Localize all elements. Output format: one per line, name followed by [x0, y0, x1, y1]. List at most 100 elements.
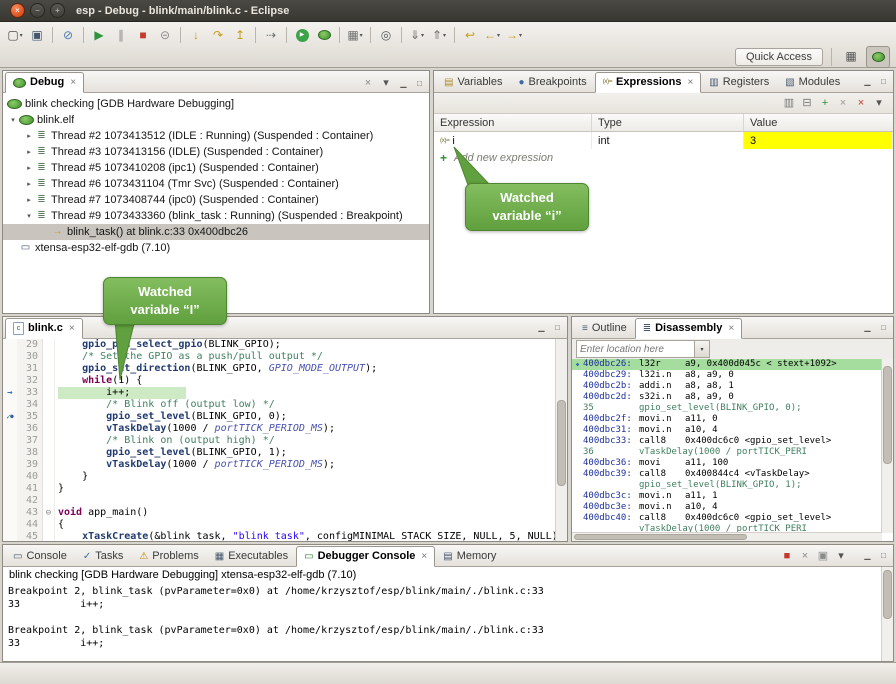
editor-line[interactable]: 31 gpio_set_direction(BLINK_GPIO, GPIO_M…: [3, 363, 556, 375]
step-return-icon[interactable]: ↥: [229, 25, 251, 45]
debug-icon[interactable]: [313, 25, 335, 45]
window-titlebar[interactable]: × − + esp - Debug - blink/main/blink.c -…: [0, 0, 896, 22]
maximize-view-icon[interactable]: □: [877, 549, 890, 561]
tab-outline[interactable]: ≡Outline: [574, 318, 635, 339]
debug-tree-item[interactable]: ▸≣Thread #5 1073410208 (ipc1) (Suspended…: [3, 160, 429, 176]
debug-tree-item[interactable]: ▸≣Thread #2 1073413512 (IDLE : Running) …: [3, 128, 429, 144]
minimize-view-icon[interactable]: ▁: [535, 321, 548, 333]
column-header-value[interactable]: Value: [744, 114, 893, 131]
disassembly-line[interactable]: 400dbc2d:s32i.na8, a9, 0: [572, 392, 882, 403]
disassembly-line[interactable]: 400dbc36:movia11, 100: [572, 458, 882, 469]
editor-annotation-margin[interactable]: [3, 375, 17, 387]
editor-line[interactable]: 34 /* Blink off (output low) */: [3, 399, 556, 411]
column-header-expression[interactable]: Expression: [434, 114, 592, 131]
code-line[interactable]: void app_main(): [55, 507, 556, 519]
code-line[interactable]: i++;: [55, 387, 556, 399]
code-line[interactable]: /* Blink off (output low) */: [55, 399, 556, 411]
external-tools-icon[interactable]: ▦▾: [344, 25, 366, 45]
code-line[interactable]: /* Blink on (output high) */: [55, 435, 556, 447]
editor-annotation-margin[interactable]: [3, 423, 17, 435]
disassembly-line[interactable]: 400dbc39:call80x400844c4 <vTaskDelay>: [572, 469, 882, 480]
disassembly-line[interactable]: gpio_set_level(BLINK_GPIO, 1);: [572, 480, 882, 491]
disassembly-line[interactable]: 400dbc40:call80x400dc6c0 <gpio_set_level…: [572, 513, 882, 524]
maximize-view-icon[interactable]: □: [551, 321, 564, 333]
step-into-icon[interactable]: ↓: [185, 25, 207, 45]
code-line[interactable]: gpio_set_level(BLINK_GPIO, 0);: [55, 411, 556, 423]
tab-blink-c[interactable]: c blink.c ×: [5, 318, 83, 339]
minimize-view-icon[interactable]: ▁: [861, 321, 874, 333]
minimize-view-icon[interactable]: ▁: [861, 549, 874, 561]
chevron-right-icon[interactable]: ▸: [23, 180, 35, 188]
prev-annotation-icon[interactable]: ⇑▾: [428, 25, 450, 45]
location-combo[interactable]: ▾: [576, 340, 710, 358]
minimize-view-icon[interactable]: ▁: [397, 77, 410, 89]
disassembly-horizontal-scrollbar[interactable]: [572, 532, 882, 541]
disconnect-icon[interactable]: ⊝: [154, 25, 176, 45]
expression-row[interactable]: (x)=iint3: [434, 132, 893, 149]
debug-tree-item[interactable]: ▸≣Thread #7 1073408744 (ipc0) (Suspended…: [3, 192, 429, 208]
tab-debugger-console[interactable]: ▭Debugger Console×: [296, 546, 435, 567]
debug-tree-item[interactable]: ▸≣Thread #3 1073413156 (IDLE) (Suspended…: [3, 144, 429, 160]
tab-debug[interactable]: Debug ×: [5, 72, 84, 93]
chevron-right-icon[interactable]: ▸: [23, 148, 35, 156]
editor-line[interactable]: 40 }: [3, 471, 556, 483]
code-line[interactable]: gpio_set_level(BLINK_GPIO, 1);: [55, 447, 556, 459]
skip-all-breakpoints-icon[interactable]: ⊘: [57, 25, 79, 45]
pin-console-icon[interactable]: ▣: [815, 548, 831, 564]
window-maximize-button[interactable]: +: [50, 3, 65, 18]
editor-annotation-margin[interactable]: [3, 531, 17, 541]
editor-vertical-scrollbar[interactable]: [555, 339, 567, 541]
close-icon[interactable]: ×: [69, 324, 75, 334]
console-output[interactable]: Breakpoint 2, blink_task (pvParameter=0x…: [3, 585, 882, 661]
editor-line[interactable]: 45 xTaskCreate(&blink_task, "blink_task"…: [3, 531, 556, 541]
editor-line[interactable]: ✓●35 gpio_set_level(BLINK_GPIO, 0);: [3, 411, 556, 423]
code-line[interactable]: }: [55, 483, 556, 495]
code-line[interactable]: }: [55, 471, 556, 483]
tab-disassembly[interactable]: ≣Disassembly×: [635, 318, 743, 339]
maximize-view-icon[interactable]: □: [877, 321, 890, 333]
terminate-icon[interactable]: ■: [132, 25, 154, 45]
editor-annotation-margin[interactable]: [3, 483, 17, 495]
editor-line[interactable]: 39 vTaskDelay(1000 / portTICK_PERIOD_MS)…: [3, 459, 556, 471]
chevron-down-icon[interactable]: ▾: [694, 341, 709, 357]
scrollbar-thumb[interactable]: [883, 570, 892, 619]
editor-annotation-margin[interactable]: →: [3, 387, 17, 399]
tab-registers[interactable]: ▥Registers: [701, 72, 777, 93]
close-icon[interactable]: ×: [687, 78, 693, 88]
maximize-view-icon[interactable]: □: [877, 75, 890, 87]
window-close-button[interactable]: ×: [10, 3, 25, 18]
editor-line[interactable]: 41}: [3, 483, 556, 495]
disassembly-line[interactable]: 400dbc29:l32i.na8, a9, 0: [572, 370, 882, 381]
tab-executables[interactable]: ▦Executables: [207, 546, 296, 567]
editor-line[interactable]: 29 gpio_pad_select_gpio(BLINK_GPIO);: [3, 339, 556, 351]
editor-line[interactable]: 37 /* Blink on (output high) */: [3, 435, 556, 447]
disassembly-line[interactable]: 35gpio_set_level(BLINK_GPIO, 0);: [572, 403, 882, 414]
editor-annotation-margin[interactable]: [3, 363, 17, 375]
tab-variables[interactable]: ▤Variables: [436, 72, 511, 93]
suspend-icon[interactable]: ∥: [110, 25, 132, 45]
save-icon[interactable]: ▣: [26, 25, 48, 45]
debug-tree-item[interactable]: ▭xtensa-esp32-elf-gdb (7.10): [3, 240, 429, 256]
editor-line[interactable]: →33 i++;: [3, 387, 556, 399]
location-input[interactable]: [577, 341, 694, 357]
editor-annotation-margin[interactable]: [3, 351, 17, 363]
code-line[interactable]: [55, 495, 556, 507]
instruction-stepping-icon[interactable]: ⇢: [260, 25, 282, 45]
console-vertical-scrollbar[interactable]: [881, 567, 893, 661]
debug-tree-item[interactable]: ▾≣Thread #9 1073433360 (blink_task : Run…: [3, 208, 429, 224]
editor-annotation-margin[interactable]: [3, 459, 17, 471]
remove-launch-icon[interactable]: ×: [797, 548, 813, 564]
open-perspective-icon[interactable]: ▦: [840, 46, 862, 66]
editor-line[interactable]: 44{: [3, 519, 556, 531]
maximize-view-icon[interactable]: □: [413, 77, 426, 89]
new-wizard-icon[interactable]: ▢▾: [4, 25, 26, 45]
code-line[interactable]: xTaskCreate(&blink_task, "blink_task", c…: [55, 531, 556, 541]
editor-annotation-margin[interactable]: ✓●: [3, 411, 17, 423]
editor-annotation-margin[interactable]: [3, 435, 17, 447]
tab-problems[interactable]: ⚠Problems: [131, 546, 206, 567]
debug-tree-item[interactable]: ▾blink.elf: [3, 112, 429, 128]
debug-perspective-icon[interactable]: [866, 46, 890, 68]
debug-tree-item[interactable]: →blink_task() at blink.c:33 0x400dbc26: [3, 224, 429, 240]
debug-view-menu-icon[interactable]: ▾: [378, 75, 394, 91]
editor-annotation-margin[interactable]: [3, 339, 17, 351]
